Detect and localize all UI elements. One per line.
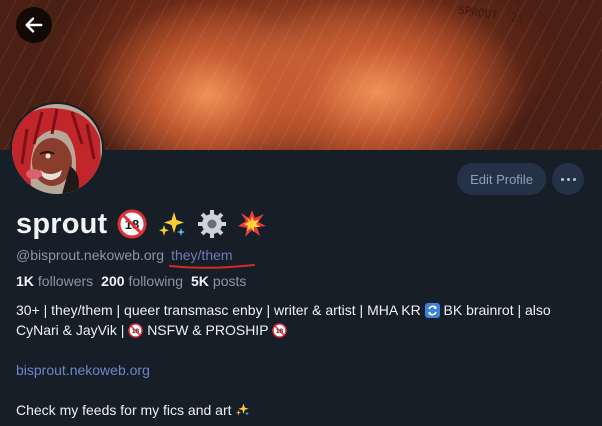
back-button[interactable] [16,7,52,43]
posts-label: posts [212,273,247,289]
bio-spacer [16,340,591,360]
following-label: following [128,273,183,289]
bio-spacer [16,380,591,400]
ellipsis-dot [560,177,564,181]
arrow-left-icon [25,17,43,33]
website-link[interactable]: bisprout.nekoweb.org [16,362,150,378]
bio-line: Check my feeds for my fics and art [16,400,591,420]
adults-only-icon: 18 [272,323,287,338]
edit-profile-button[interactable]: Edit Profile [457,163,546,195]
followers-stat[interactable]: 1K followers [16,273,93,289]
profile-bio: 30+ | they/them | queer transmasc enby |… [16,300,591,420]
display-name-row: sprout 18 [16,206,267,242]
more-options-button[interactable] [552,163,584,195]
bio-text: NSFW & PROSHIP [147,322,269,338]
adults-only-icon: 18 [128,323,144,338]
profile-stats: 1K followers 200 following 5K posts [16,273,246,289]
avatar[interactable] [10,102,104,196]
bio-line: 30+ | they/them | queer transmasc enby |… [16,300,591,320]
adults-only-icon: 18 [117,209,147,239]
bio-line: CyNari & JayVik | 18 NSFW & PROSHIP 18 [16,320,591,340]
handle: @bisprout.nekoweb.org [16,247,165,263]
followers-count: 1K [16,273,34,289]
pronouns-label: they/them [171,247,233,263]
ellipsis-dot [572,177,576,181]
sparkles-icon [236,403,250,416]
sparkles-icon [159,212,186,236]
bio-line: bisprout.nekoweb.org [16,360,591,380]
display-name: sprout [16,207,108,240]
pronouns-underline [169,264,256,269]
handle-row: @bisprout.nekoweb.org they/them [16,247,256,269]
posts-count: 5K [191,273,209,289]
repeat-arrows-icon [424,303,440,318]
bio-text: BK brainrot | also [443,302,551,318]
ellipsis-dot [566,177,570,181]
collision-icon [238,210,267,237]
bio-text: Check my feeds for my fics and art [16,402,232,418]
bio-text: CyNari & JayVik | [16,322,125,338]
following-count: 200 [101,273,125,289]
avatar-illustration [12,104,102,194]
posts-stat: 5K posts [191,273,246,289]
pronouns: they/them [169,247,256,269]
following-stat[interactable]: 200 following [101,273,183,289]
followers-label: followers [37,273,94,289]
bio-text: 30+ | they/them | queer transmasc enby |… [16,302,421,318]
gear-icon [198,210,227,238]
